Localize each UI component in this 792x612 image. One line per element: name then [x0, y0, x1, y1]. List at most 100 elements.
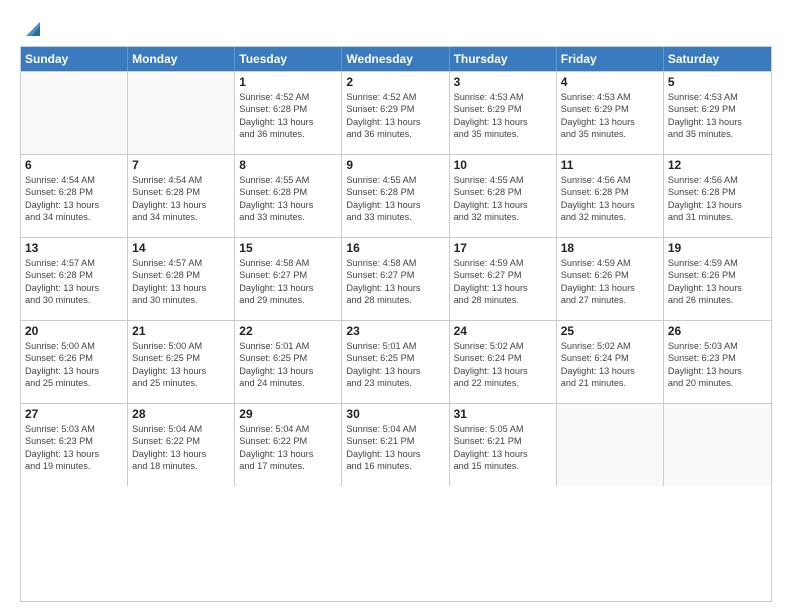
cell-info-line: Daylight: 13 hours — [239, 282, 337, 294]
cell-info-line: Daylight: 13 hours — [346, 282, 444, 294]
day-number: 11 — [561, 158, 659, 172]
calendar-cell: 6Sunrise: 4:54 AMSunset: 6:28 PMDaylight… — [21, 155, 128, 237]
cell-info-line: and 21 minutes. — [561, 377, 659, 389]
cell-info-line: and 17 minutes. — [239, 460, 337, 472]
cell-info-line: Daylight: 13 hours — [239, 199, 337, 211]
cell-info-line: Sunset: 6:21 PM — [454, 435, 552, 447]
calendar-cell: 29Sunrise: 5:04 AMSunset: 6:22 PMDayligh… — [235, 404, 342, 486]
weekday-header: Saturday — [664, 47, 771, 71]
cell-info-line: Daylight: 13 hours — [454, 365, 552, 377]
cell-info-line: Daylight: 13 hours — [346, 116, 444, 128]
cell-info-line: and 28 minutes. — [454, 294, 552, 306]
cell-info-line: Daylight: 13 hours — [454, 116, 552, 128]
calendar-row: 27Sunrise: 5:03 AMSunset: 6:23 PMDayligh… — [21, 403, 771, 486]
cell-info-line: Sunset: 6:28 PM — [561, 186, 659, 198]
calendar-cell: 1Sunrise: 4:52 AMSunset: 6:28 PMDaylight… — [235, 72, 342, 154]
logo-arrow-icon — [22, 18, 44, 40]
day-number: 8 — [239, 158, 337, 172]
cell-info-line: Sunrise: 4:58 AM — [239, 257, 337, 269]
cell-info-line: Sunset: 6:29 PM — [454, 103, 552, 115]
cell-info-line: and 36 minutes. — [346, 128, 444, 140]
cell-info-line: Sunset: 6:28 PM — [668, 186, 767, 198]
cell-info-line: Daylight: 13 hours — [132, 448, 230, 460]
weekday-header: Monday — [128, 47, 235, 71]
cell-info-line: Sunrise: 5:01 AM — [239, 340, 337, 352]
cell-info-line: Sunrise: 4:53 AM — [454, 91, 552, 103]
calendar-row: 20Sunrise: 5:00 AMSunset: 6:26 PMDayligh… — [21, 320, 771, 403]
calendar-cell: 2Sunrise: 4:52 AMSunset: 6:29 PMDaylight… — [342, 72, 449, 154]
cell-info-line: Sunset: 6:23 PM — [668, 352, 767, 364]
cell-info-line: Daylight: 13 hours — [132, 365, 230, 377]
weekday-header: Wednesday — [342, 47, 449, 71]
cell-info-line: Sunrise: 4:56 AM — [668, 174, 767, 186]
calendar-row: 1Sunrise: 4:52 AMSunset: 6:28 PMDaylight… — [21, 71, 771, 154]
calendar-cell: 10Sunrise: 4:55 AMSunset: 6:28 PMDayligh… — [450, 155, 557, 237]
cell-info-line: Daylight: 13 hours — [25, 448, 123, 460]
cell-info-line: and 32 minutes. — [561, 211, 659, 223]
cell-info-line: Sunset: 6:26 PM — [668, 269, 767, 281]
cell-info-line: Daylight: 13 hours — [132, 199, 230, 211]
cell-info-line: Sunset: 6:22 PM — [132, 435, 230, 447]
day-number: 2 — [346, 75, 444, 89]
day-number: 21 — [132, 324, 230, 338]
day-number: 6 — [25, 158, 123, 172]
day-number: 7 — [132, 158, 230, 172]
cell-info-line: Daylight: 13 hours — [561, 116, 659, 128]
weekday-header: Friday — [557, 47, 664, 71]
cell-info-line: and 30 minutes. — [132, 294, 230, 306]
cell-info-line: Sunset: 6:23 PM — [25, 435, 123, 447]
cell-info-line: Sunrise: 5:03 AM — [25, 423, 123, 435]
cell-info-line: Sunrise: 4:53 AM — [668, 91, 767, 103]
calendar-cell: 20Sunrise: 5:00 AMSunset: 6:26 PMDayligh… — [21, 321, 128, 403]
cell-info-line: Sunrise: 4:56 AM — [561, 174, 659, 186]
day-number: 1 — [239, 75, 337, 89]
day-number: 22 — [239, 324, 337, 338]
calendar-cell: 28Sunrise: 5:04 AMSunset: 6:22 PMDayligh… — [128, 404, 235, 486]
cell-info-line: Sunset: 6:27 PM — [454, 269, 552, 281]
cell-info-line: and 29 minutes. — [239, 294, 337, 306]
cell-info-line: Daylight: 13 hours — [132, 282, 230, 294]
cell-info-line: Sunrise: 4:54 AM — [25, 174, 123, 186]
cell-info-line: Sunrise: 4:53 AM — [561, 91, 659, 103]
cell-info-line: Sunrise: 4:57 AM — [132, 257, 230, 269]
calendar-body: 1Sunrise: 4:52 AMSunset: 6:28 PMDaylight… — [21, 71, 771, 486]
cell-info-line: and 35 minutes. — [561, 128, 659, 140]
cell-info-line: Sunrise: 4:59 AM — [668, 257, 767, 269]
cell-info-line: Daylight: 13 hours — [454, 199, 552, 211]
cell-info-line: Sunrise: 5:02 AM — [561, 340, 659, 352]
calendar-cell: 16Sunrise: 4:58 AMSunset: 6:27 PMDayligh… — [342, 238, 449, 320]
cell-info-line: Sunrise: 4:54 AM — [132, 174, 230, 186]
day-number: 4 — [561, 75, 659, 89]
calendar-cell — [664, 404, 771, 486]
cell-info-line: Sunset: 6:28 PM — [454, 186, 552, 198]
cell-info-line: Sunrise: 5:04 AM — [132, 423, 230, 435]
cell-info-line: Sunrise: 4:55 AM — [346, 174, 444, 186]
day-number: 29 — [239, 407, 337, 421]
cell-info-line: Sunset: 6:24 PM — [454, 352, 552, 364]
cell-info-line: and 31 minutes. — [668, 211, 767, 223]
calendar-cell: 7Sunrise: 4:54 AMSunset: 6:28 PMDaylight… — [128, 155, 235, 237]
cell-info-line: and 28 minutes. — [346, 294, 444, 306]
cell-info-line: Daylight: 13 hours — [454, 448, 552, 460]
calendar-cell: 5Sunrise: 4:53 AMSunset: 6:29 PMDaylight… — [664, 72, 771, 154]
cell-info-line: Daylight: 13 hours — [668, 282, 767, 294]
cell-info-line: Daylight: 13 hours — [346, 448, 444, 460]
cell-info-line: Daylight: 13 hours — [346, 199, 444, 211]
cell-info-line: Sunset: 6:29 PM — [561, 103, 659, 115]
cell-info-line: and 35 minutes. — [668, 128, 767, 140]
cell-info-line: Sunset: 6:29 PM — [668, 103, 767, 115]
calendar-cell: 13Sunrise: 4:57 AMSunset: 6:28 PMDayligh… — [21, 238, 128, 320]
weekday-header: Tuesday — [235, 47, 342, 71]
cell-info-line: and 27 minutes. — [561, 294, 659, 306]
calendar-cell: 8Sunrise: 4:55 AMSunset: 6:28 PMDaylight… — [235, 155, 342, 237]
cell-info-line: and 22 minutes. — [454, 377, 552, 389]
cell-info-line: Sunrise: 5:01 AM — [346, 340, 444, 352]
calendar-cell: 22Sunrise: 5:01 AMSunset: 6:25 PMDayligh… — [235, 321, 342, 403]
cell-info-line: and 16 minutes. — [346, 460, 444, 472]
cell-info-line: Sunset: 6:28 PM — [25, 269, 123, 281]
day-number: 25 — [561, 324, 659, 338]
day-number: 31 — [454, 407, 552, 421]
cell-info-line: Sunset: 6:29 PM — [346, 103, 444, 115]
cell-info-line: Sunset: 6:25 PM — [132, 352, 230, 364]
cell-info-line: Sunrise: 4:58 AM — [346, 257, 444, 269]
